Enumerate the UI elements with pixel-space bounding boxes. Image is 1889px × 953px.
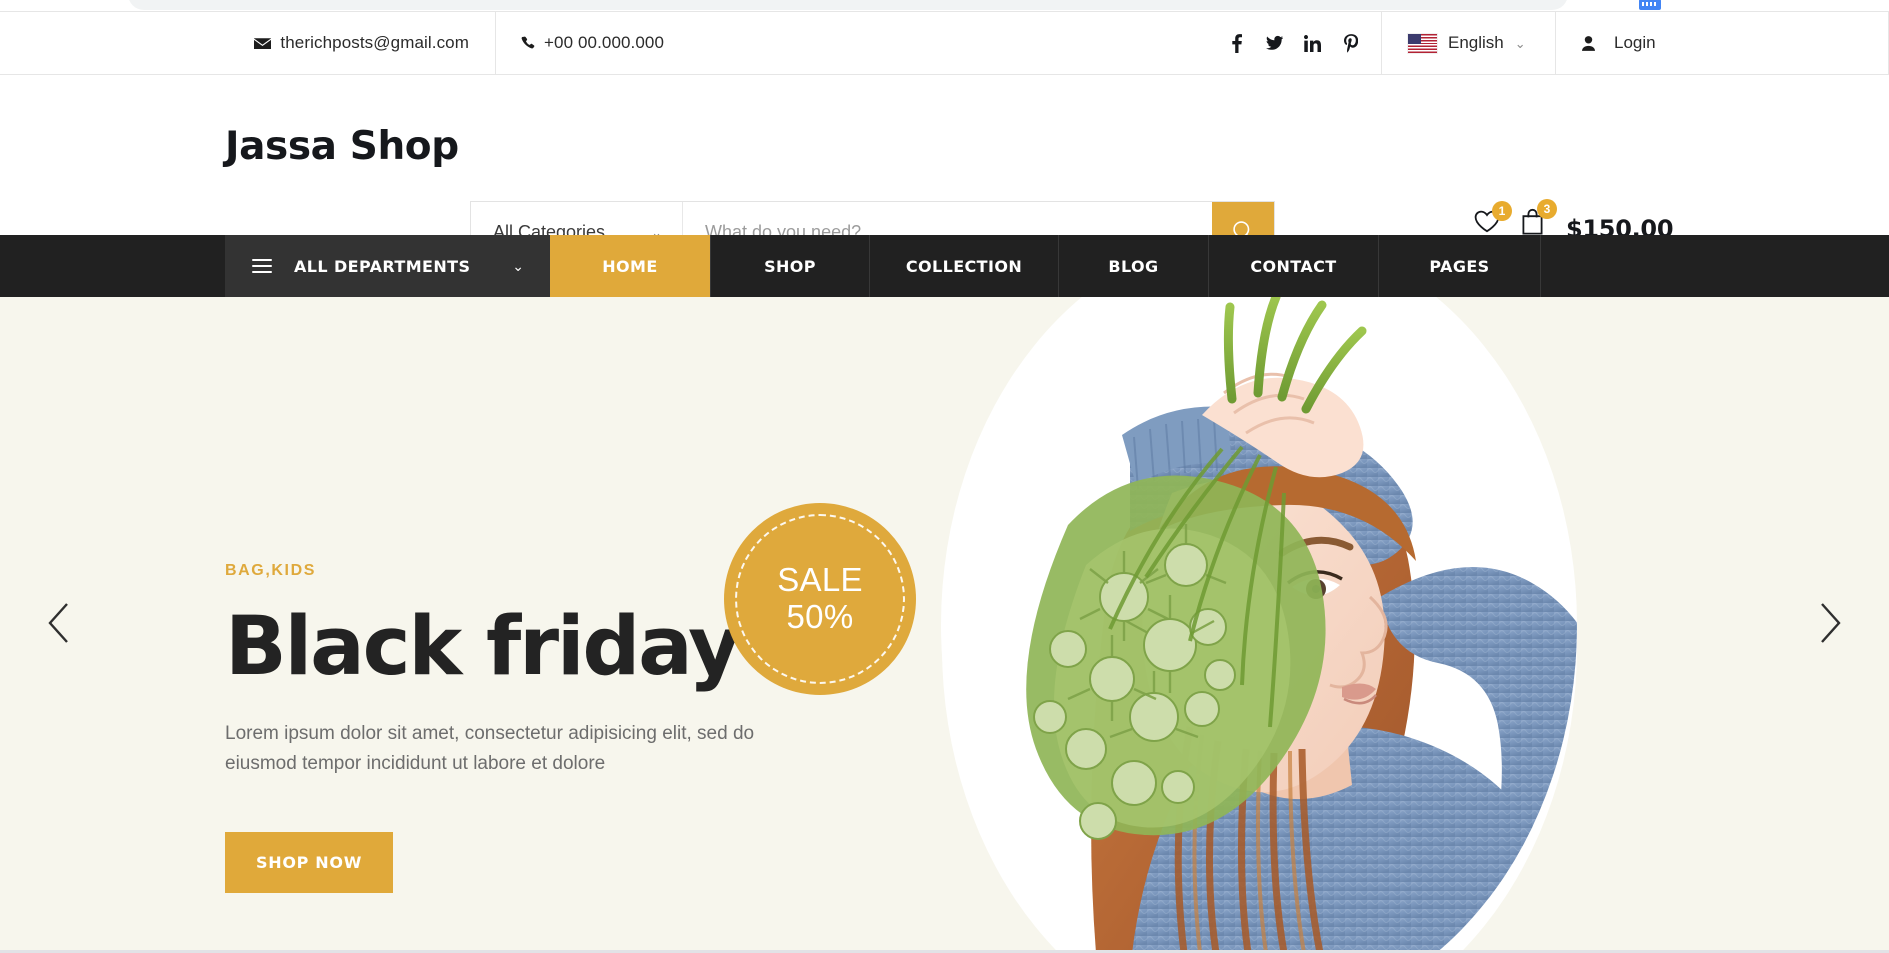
nav-right-spacer: [1541, 235, 1889, 297]
hero-image: SALE 50%: [724, 297, 1889, 953]
hero-model-illustration: [941, 297, 1577, 953]
language-label: English: [1448, 33, 1504, 52]
login-link[interactable]: Login: [1556, 12, 1656, 74]
cart-count-badge: 3: [1537, 199, 1557, 219]
chevron-right-icon: [1817, 601, 1843, 650]
language-selector[interactable]: English ⌄: [1381, 12, 1556, 74]
shop-now-button[interactable]: SHOP NOW: [225, 832, 394, 894]
hero-slider: BAG,KIDS Black friday Lorem ipsum dolor …: [0, 297, 1889, 953]
site-logo[interactable]: Jassa Shop: [225, 124, 459, 169]
user-icon: [1582, 35, 1595, 51]
us-flag-icon: [1408, 33, 1437, 53]
nav-item-contact[interactable]: CONTACT: [1209, 235, 1379, 297]
all-departments-label: ALL DEPARTMENTS: [294, 256, 471, 276]
browser-chrome-strip: [0, 0, 1889, 11]
sale-badge: SALE 50%: [724, 503, 916, 695]
envelope-icon: [254, 37, 272, 50]
contact-phone[interactable]: +00 00.000.000: [496, 12, 1889, 74]
nav-item-shop[interactable]: SHOP: [711, 235, 870, 297]
main-navigation: ALL DEPARTMENTS ⌄ HOME SHOP COLLECTION B…: [0, 235, 1889, 297]
chevron-left-icon: [46, 601, 72, 650]
phone-icon: [521, 36, 535, 50]
chevron-down-icon: ⌄: [512, 257, 524, 274]
top-utility-bar: therichposts@gmail.com +00 00.000.000 En…: [0, 11, 1889, 75]
hero-prev-button[interactable]: [32, 598, 86, 652]
wishlist-button[interactable]: 1: [1474, 201, 1512, 238]
puzzle-extension-icon[interactable]: [1639, 0, 1661, 10]
contact-email[interactable]: therichposts@gmail.com: [0, 12, 496, 74]
browser-url-bar[interactable]: [128, 0, 1568, 10]
nav-item-collection[interactable]: COLLECTION: [870, 235, 1059, 297]
hamburger-icon: [252, 259, 272, 273]
facebook-icon[interactable]: [1228, 33, 1245, 53]
nav-left-spacer: [0, 235, 225, 297]
social-links: [1228, 12, 1359, 74]
twitter-icon[interactable]: [1266, 34, 1283, 53]
login-label: Login: [1614, 33, 1656, 52]
chevron-down-icon: ⌄: [1514, 35, 1526, 51]
wishlist-count-badge: 1: [1492, 201, 1512, 221]
contact-email-text: therichposts@gmail.com: [280, 33, 469, 52]
nav-item-pages[interactable]: PAGES: [1379, 235, 1541, 297]
linkedin-icon[interactable]: [1304, 34, 1321, 53]
sale-badge-line1: SALE: [777, 561, 863, 599]
nav-item-blog[interactable]: BLOG: [1059, 235, 1209, 297]
all-departments-button[interactable]: ALL DEPARTMENTS ⌄: [225, 235, 550, 297]
nav-item-home[interactable]: HOME: [550, 235, 711, 297]
pinterest-icon[interactable]: [1342, 33, 1359, 53]
sale-badge-line2: 50%: [786, 598, 854, 635]
hero-subtitle: Lorem ipsum dolor sit amet, consectetur …: [225, 722, 755, 775]
contact-phone-text: +00 00.000.000: [544, 33, 665, 52]
hero-next-button[interactable]: [1803, 598, 1857, 652]
site-header: Jassa Shop All Categories ⌄ 1: [0, 75, 1889, 263]
